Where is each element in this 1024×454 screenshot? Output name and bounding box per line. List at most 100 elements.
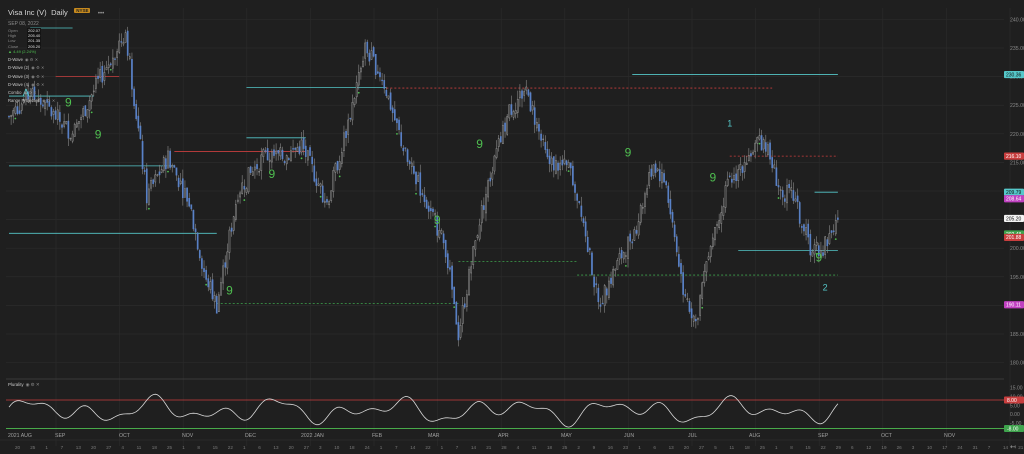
candle [538,124,540,132]
candle [260,154,263,171]
candle [334,163,337,173]
candle [642,207,644,209]
annotation-label: 9 [95,127,102,141]
day-label: 11 [137,445,142,450]
candle [762,139,765,150]
candle [533,107,536,125]
indicator-row[interactable]: D-Wave ◉ ⚙ ✕ [8,57,104,62]
annotation-label: 9 [709,170,716,184]
candle [438,230,441,238]
candle [686,298,689,300]
candle [493,155,496,172]
price-chart[interactable]: A99999999912 15.0010.005.000.00-5.008.00… [0,0,1024,454]
interval-label[interactable]: Daily [51,8,68,17]
day-label: 29 [836,445,842,450]
candle [56,109,59,120]
candle [627,236,629,259]
candle [279,147,282,157]
indicator-controls-icon[interactable]: ◉ ⚙ ✕ [24,90,37,95]
indicator-controls-icon[interactable]: ◉ ⚙ ✕ [31,65,44,70]
candle [120,41,123,43]
month-label: NOV [182,433,194,439]
subpanel-title: Plurality [8,382,24,387]
candle [230,227,233,232]
candle [561,159,564,166]
candle [326,199,328,203]
month-label: MAR [428,433,440,439]
indicator-controls-icon[interactable]: ◉ ⚙ ✕ [31,74,44,79]
candle [80,117,82,120]
candle [824,236,826,255]
candle [510,104,513,115]
candle [351,102,354,121]
candle [44,102,46,109]
candle [131,59,133,90]
candle [654,163,657,173]
indicator-row[interactable]: Range Projection ◉ ⚙ ✕ [8,98,104,103]
candle [690,308,693,319]
day-label: 6 [851,445,854,450]
indicator-label: D-Wave (2) [8,65,30,71]
candle [457,322,460,341]
indicator-row[interactable]: D-Wave (3) ◉ ⚙ ✕ [8,74,104,79]
candle [495,148,498,158]
candle [652,164,655,176]
candle [639,205,642,223]
candle [548,155,551,165]
candle [311,156,313,165]
candle [404,147,407,149]
candle [137,115,140,129]
indicator-row[interactable]: Combo ◉ ⚙ ✕ [8,90,104,95]
candle [237,199,239,202]
annotation-label: 9 [476,137,483,151]
candle [300,139,303,153]
candle [514,110,517,114]
day-label: 1 [380,445,383,450]
day-label: 7 [395,445,398,450]
candle [281,149,284,160]
candle [82,108,85,117]
candle [124,32,127,43]
day-label: 17 [942,445,948,450]
candle [582,218,585,223]
candle [198,250,201,259]
candle [781,190,784,198]
indicator-controls-icon[interactable]: ◉ ⚙ ✕ [25,57,38,62]
month-label: JUN [624,433,634,439]
candle [20,103,23,111]
candle [135,103,138,119]
indicator-controls-icon[interactable]: ◉ ⚙ ✕ [26,382,40,387]
month-label: OCT [881,433,893,439]
month-label: JUL [688,433,697,439]
candle [423,194,426,202]
candle [84,105,87,117]
candle [292,148,294,150]
candle [184,188,186,198]
candle [618,253,621,260]
chart-title: Visa Inc (V) [8,8,47,17]
candle [109,63,112,66]
candle [724,185,727,208]
indicator-row[interactable]: D-Wave (2) ◉ ⚙ ✕ [8,65,104,70]
candle [678,254,680,267]
indicator-controls-icon[interactable]: ◉ ⚙ ✕ [31,82,44,87]
candle [716,224,718,226]
candle [302,137,305,149]
more-options-icon[interactable]: ••• [98,11,104,17]
candle [410,162,413,167]
candle [504,122,506,132]
day-label: 27 [304,445,310,450]
candle [377,71,379,74]
candle [285,155,288,165]
indicator-controls-icon[interactable]: ◉ ⚙ ✕ [42,98,55,103]
candle [372,47,375,57]
candle [777,185,780,188]
indicator-row[interactable]: D-Wave (4) ◉ ⚙ ✕ [8,82,104,87]
candle [512,111,515,118]
candle [610,277,612,284]
candle [107,64,110,69]
candle [784,198,786,202]
day-label: 6 [653,445,656,450]
candle [245,188,248,193]
candle [550,157,553,166]
